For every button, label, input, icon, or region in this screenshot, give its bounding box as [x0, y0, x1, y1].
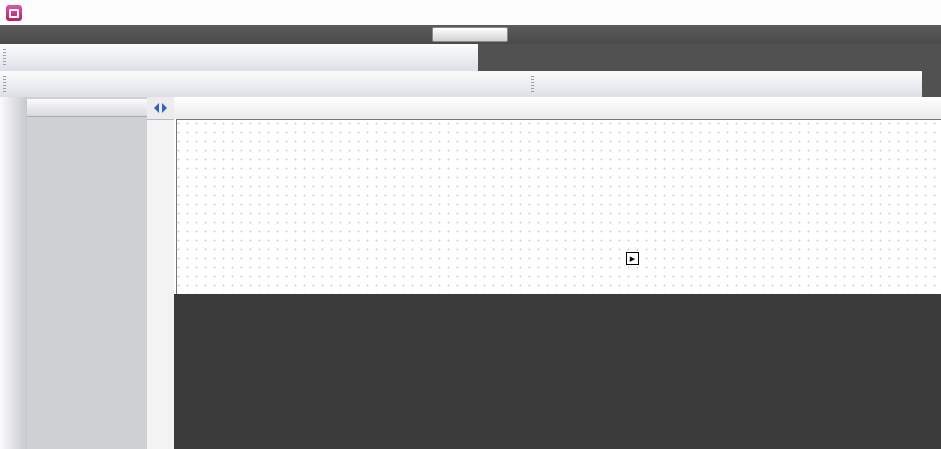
menu-bar — [0, 25, 941, 44]
collapse-left-icon — [154, 103, 159, 113]
toolbar-grip[interactable] — [3, 49, 6, 66]
page-edge — [176, 119, 941, 294]
toolbar-borders — [528, 71, 922, 98]
canvas-background — [174, 294, 941, 449]
app-icon — [6, 5, 22, 21]
panel-collapse-control[interactable] — [147, 97, 174, 120]
panel-header[interactable] — [27, 99, 147, 117]
collapse-right-icon — [162, 103, 167, 113]
toolbar-standard — [0, 44, 478, 72]
title-bar — [0, 0, 941, 26]
design-canvas: ▶ — [174, 97, 941, 449]
report-page[interactable]: ▶ — [174, 119, 941, 294]
overflow-marker-icon[interactable]: ▶ — [626, 252, 639, 265]
toolbar-background-2 — [922, 71, 941, 97]
toolbar-grip-2[interactable] — [3, 76, 6, 93]
design-toolbox — [0, 97, 28, 449]
toolbar-background — [478, 44, 941, 71]
preview-button[interactable] — [432, 27, 508, 42]
toolbar-grip-3[interactable] — [531, 76, 534, 93]
report-designer-window: ▶ — [0, 0, 941, 449]
toolbar-format — [0, 71, 528, 98]
vertical-ruler — [147, 97, 175, 449]
report-bands-panel — [27, 97, 148, 449]
horizontal-ruler — [174, 97, 941, 120]
